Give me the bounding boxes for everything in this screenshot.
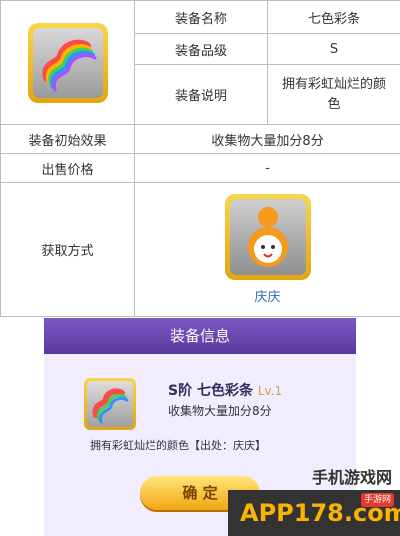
popup-item-effect: 收集物大量加分8分 bbox=[168, 404, 272, 418]
name-value: 七色彩条 bbox=[267, 0, 400, 34]
pet-avatar-icon bbox=[224, 194, 311, 280]
popup-item-name: S阶 七色彩条 bbox=[168, 383, 253, 399]
equipment-info-table: 装备名称 七色彩条 装备品级 S 装备说明 拥有彩虹灿烂的颜色 装备初始效果 收… bbox=[0, 0, 400, 317]
effect-label: 装备初始效果 bbox=[0, 124, 135, 154]
name-label: 装备名称 bbox=[134, 0, 268, 34]
watermark-logo: APP178.com 手游网 bbox=[228, 490, 400, 536]
watermark-tag: 手游网 bbox=[360, 493, 394, 507]
price-label: 出售价格 bbox=[0, 153, 135, 183]
grade-value: S bbox=[267, 33, 400, 65]
popup-header: 装备信息 bbox=[44, 318, 356, 354]
obtain-cell: 庆庆 bbox=[134, 182, 400, 317]
popup-item-detail: 拥有彩虹灿烂的颜色【出处：庆庆】 bbox=[90, 439, 266, 452]
desc-label: 装备说明 bbox=[134, 64, 268, 125]
effect-value: 收集物大量加分8分 bbox=[134, 124, 400, 154]
price-value: - bbox=[134, 153, 400, 183]
item-icon-cell bbox=[0, 0, 135, 125]
obtain-label: 获取方式 bbox=[0, 182, 135, 317]
popup-item-level: Lv.1 bbox=[257, 384, 283, 398]
popup-item-card bbox=[84, 378, 136, 430]
pet-name-link[interactable]: 庆庆 bbox=[254, 290, 280, 305]
grade-label: 装备品级 bbox=[134, 33, 268, 65]
popup-item-title: S阶 七色彩条 Lv.1 bbox=[168, 380, 282, 400]
desc-value: 拥有彩虹灿烂的颜色 bbox=[267, 64, 400, 125]
watermark-text: 手机游戏网 bbox=[311, 468, 392, 487]
rainbow-strip-icon bbox=[27, 22, 108, 103]
